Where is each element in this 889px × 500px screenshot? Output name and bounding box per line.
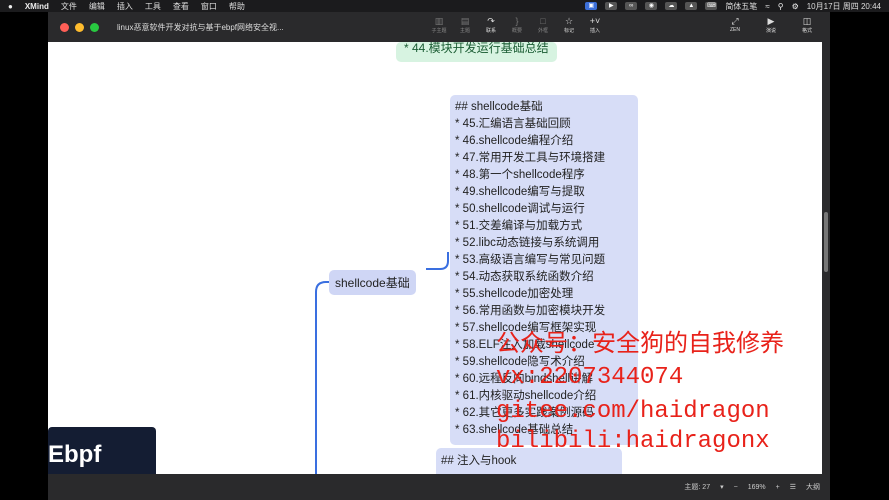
document-title: linux恶意软件开发对抗与基于ebpf网络安全视...	[117, 22, 284, 32]
watermark-line-3: gitee.com/haidragon	[496, 398, 770, 425]
format-button[interactable]: ◫ 格式	[796, 16, 818, 34]
topic-count: 主题: 27	[684, 484, 711, 491]
zoom-window-button[interactable]	[90, 22, 99, 32]
present-button[interactable]: ▶ 演说	[760, 16, 782, 34]
wechat-icon[interactable]: ◉	[645, 2, 658, 10]
wifi-icon[interactable]: ≈	[765, 2, 769, 11]
control-center-icon[interactable]: ⚙	[792, 2, 799, 11]
apple-icon[interactable]: ●	[8, 2, 13, 11]
mindmap-canvas[interactable]: * 44.模块开发运行基础总结 shellcode基础 ## shellcode…	[48, 42, 830, 474]
status-bar: 主题: 27 ▾ − 169% + ☰ 大纲	[48, 474, 830, 500]
watermark-line-2: vx:2207344074	[496, 364, 684, 391]
macos-menubar: ● XMind 文件 编辑 插入 工具 查看 窗口 帮助 ▣ ▶ ∞ ◉ ☁ ▲…	[0, 0, 889, 12]
zoom-level[interactable]: 169%	[748, 484, 766, 491]
topic-icon: ▤	[460, 16, 470, 26]
topic-line: * 54.动态获取系统函数介绍	[455, 271, 594, 283]
minimize-window-button[interactable]	[75, 22, 84, 32]
subtopic-button[interactable]: ▥ 子主题	[428, 16, 450, 34]
watermark-line-1: 公众号：安全狗的自我修养	[496, 330, 784, 357]
star-icon: ☆	[564, 16, 574, 26]
topic-line: * 46.shellcode编程介绍	[455, 135, 574, 147]
topic-line: * 50.shellcode调试与运行	[455, 203, 585, 215]
cloud-icon[interactable]: ☁	[665, 2, 678, 10]
watermark-line-4: bilibili:haidragonx	[496, 428, 770, 455]
plus-icon: +˅	[589, 16, 601, 26]
input-method-label[interactable]: 简体五笔	[725, 1, 757, 12]
marker-button[interactable]: ☆ 标记	[558, 16, 580, 34]
subtopic-icon: ▥	[434, 16, 444, 26]
format-panel-icon: ◫	[802, 16, 812, 26]
menu-file[interactable]: 文件	[61, 1, 77, 12]
app-menu[interactable]: XMind	[25, 2, 49, 11]
main-toolbar: ▥ 子主题 ▤ 主题 ↷ 联系 } 概要 □ 外框 ☆ 标记 +˅ 插入	[428, 16, 606, 34]
filter-icon[interactable]: ▾	[720, 483, 724, 491]
topic-line: * 53.高级语言编写与常见问题	[455, 254, 606, 266]
menu-tools[interactable]: 工具	[145, 1, 161, 12]
boundary-button[interactable]: □ 外框	[532, 16, 554, 34]
topic-line: * 45.汇编语言基础回顾	[455, 118, 571, 130]
outline-label[interactable]: 大纲	[806, 482, 820, 492]
link-icon[interactable]: ∞	[625, 2, 638, 10]
screen-record-icon[interactable]: ▣	[585, 2, 598, 10]
topic-line: * 49.shellcode编写与提取	[455, 186, 585, 198]
close-window-button[interactable]	[60, 22, 69, 32]
zoom-in-icon[interactable]: +	[776, 484, 780, 491]
boundary-icon: □	[540, 16, 546, 26]
vertical-scrollbar[interactable]	[822, 42, 830, 474]
topic-node-44[interactable]: * 44.模块开发运行基础总结	[396, 42, 557, 62]
topic-line: ## shellcode基础	[455, 101, 543, 113]
clock[interactable]: 10月17日 周四 20:44	[807, 1, 881, 12]
outline-icon[interactable]: ☰	[790, 483, 796, 491]
topic-node-shellcode-root[interactable]: shellcode基础	[329, 270, 416, 295]
topic-node-shellcode-details[interactable]: ## shellcode基础 * 45.汇编语言基础回顾 * 46.shellcod…	[450, 95, 638, 445]
window-titlebar: linux恶意软件开发对抗与基于ebpf网络安全视... ▥ 子主题 ▤ 主题 ↷ 联…	[48, 12, 830, 42]
menu-window[interactable]: 窗口	[201, 1, 217, 12]
present-icon: ▶	[767, 16, 775, 26]
topic-line: * 47.常用开发工具与环境搭建	[455, 152, 606, 164]
summary-icon: }	[515, 16, 519, 26]
topic-line: * 56.常用函数与加密模块开发	[455, 305, 606, 317]
insert-button[interactable]: +˅ 插入	[584, 16, 606, 34]
summary-button[interactable]: } 概要	[506, 16, 528, 34]
topic-line: * 52.libc动态链接与系统调用	[455, 237, 600, 249]
vertical-scroll-thumb[interactable]	[824, 212, 828, 272]
topic-button[interactable]: ▤ 主题	[454, 16, 476, 34]
relationship-button[interactable]: ↷ 联系	[480, 16, 502, 34]
xmind-window: linux恶意软件开发对抗与基于ebpf网络安全视... ▥ 子主题 ▤ 主题 ↷ 联…	[48, 12, 830, 500]
search-icon[interactable]: ⚲	[778, 2, 784, 11]
topic-line: * 51.交差编译与加载方式	[455, 220, 583, 232]
camera-icon[interactable]: ▶	[605, 2, 618, 10]
menu-view[interactable]: 查看	[173, 1, 189, 12]
zoom-out-icon[interactable]: −	[734, 484, 738, 491]
topic-line: * 48.第一个shellcode程序	[455, 169, 585, 181]
input-method-icon[interactable]: ⌨	[705, 2, 718, 10]
topic-line: * 55.shellcode加密处理	[455, 288, 574, 300]
menu-insert[interactable]: 插入	[117, 1, 133, 12]
menu-help[interactable]: 帮助	[229, 1, 245, 12]
zen-button[interactable]: ⤢ ZEN	[724, 16, 746, 34]
shield-icon[interactable]: ▲	[685, 2, 698, 10]
menu-edit[interactable]: 编辑	[89, 1, 105, 12]
zen-icon: ⤢	[731, 16, 739, 26]
topic-node-ebpf[interactable]: Ebpf	[48, 427, 156, 474]
relationship-icon: ↷	[487, 16, 495, 26]
